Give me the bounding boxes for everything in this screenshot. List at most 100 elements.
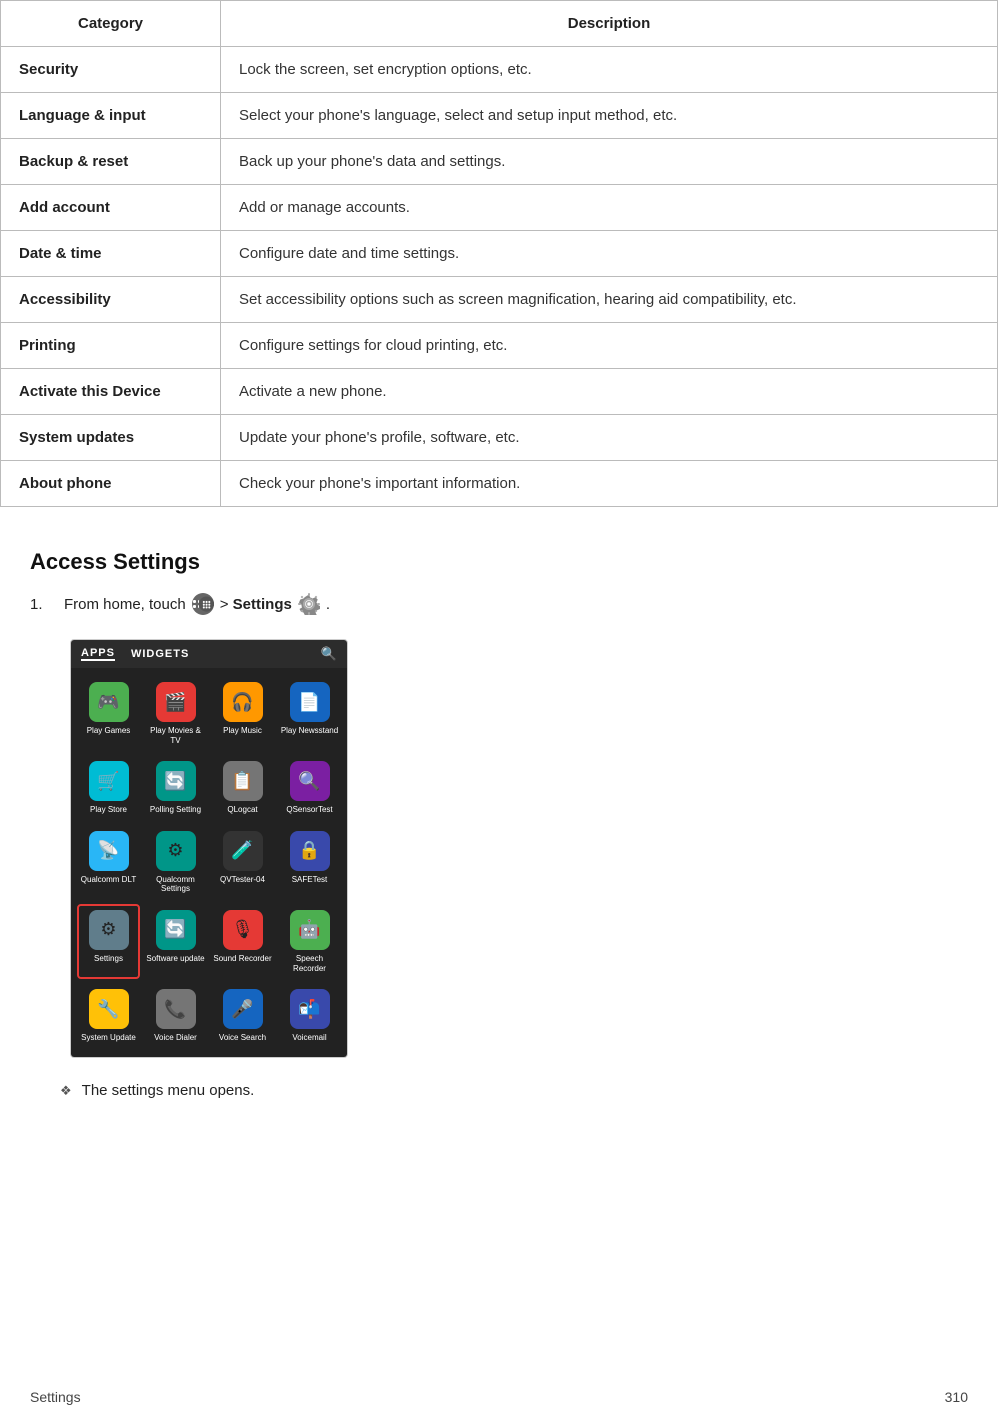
phone-header: APPS WIDGETS 🔍 [71, 640, 347, 668]
table-row: Date & timeConfigure date and time setti… [1, 231, 998, 277]
app-item[interactable]: 📞 Voice Dialer [144, 983, 207, 1049]
app-icon: 🛒 [89, 761, 129, 801]
table-cell-description: Check your phone's important information… [221, 461, 998, 507]
app-label: QLogcat [227, 805, 257, 815]
access-settings-title: Access Settings [30, 549, 968, 575]
phone-search-icon[interactable]: 🔍 [321, 646, 337, 662]
step-text: From home, touch > Settings [64, 593, 330, 615]
app-icon: 🔧 [89, 989, 129, 1029]
app-icon: ⚙ [156, 831, 196, 871]
app-item[interactable]: 🎤 Voice Search [211, 983, 274, 1049]
table-cell-category: System updates [1, 415, 221, 461]
app-item[interactable]: 🔒 SAFETest [278, 825, 341, 900]
table-cell-category: About phone [1, 461, 221, 507]
footer-left: Settings [30, 1389, 81, 1405]
table-row: Add accountAdd or manage accounts. [1, 185, 998, 231]
table-cell-description: Back up your phone's data and settings. [221, 139, 998, 185]
app-icon: 🎤 [223, 989, 263, 1029]
app-label: Play Store [90, 805, 127, 815]
app-item[interactable]: ⚙Settings [77, 904, 140, 979]
step-period: . [326, 596, 330, 613]
bullet-diamond-icon: ❖ [60, 1083, 72, 1099]
apps-icon [192, 593, 214, 615]
app-label: QSensorTest [286, 805, 332, 815]
table-cell-category: Backup & reset [1, 139, 221, 185]
app-label: Play Games [87, 726, 131, 736]
table-cell-description: Add or manage accounts. [221, 185, 998, 231]
app-label: SAFETest [292, 875, 328, 885]
app-icon: 📡 [89, 831, 129, 871]
app-label: Qualcomm Settings [146, 875, 205, 894]
table-cell-description: Activate a new phone. [221, 369, 998, 415]
app-label: Play Movies & TV [146, 726, 205, 745]
table-cell-category: Language & input [1, 93, 221, 139]
table-cell-description: Update your phone's profile, software, e… [221, 415, 998, 461]
app-item[interactable]: 🔄 Polling Setting [144, 755, 207, 821]
app-icon: 📋 [223, 761, 263, 801]
app-icon: 🔄 [156, 761, 196, 801]
page-footer: Settings 310 [30, 1389, 968, 1405]
access-section: Access Settings 1. From home, touch [0, 539, 998, 1119]
table-cell-description: Select your phone's language, select and… [221, 93, 998, 139]
gear-icon [298, 593, 320, 615]
app-item[interactable]: 🎧 Play Music [211, 676, 274, 751]
table-cell-category: Date & time [1, 231, 221, 277]
table-row: Backup & resetBack up your phone's data … [1, 139, 998, 185]
app-label: Voice Dialer [154, 1033, 197, 1043]
table-cell-category: Security [1, 47, 221, 93]
app-item[interactable]: 🎙 Sound Recorder [211, 904, 274, 979]
bullet-note-text: The settings menu opens. [82, 1082, 255, 1099]
footer-right: 310 [945, 1389, 968, 1405]
app-item[interactable]: 📡Qualcomm DLT [77, 825, 140, 900]
app-item[interactable]: 🎬Play Movies & TV [144, 676, 207, 751]
table-row: Activate this DeviceActivate a new phone… [1, 369, 998, 415]
table-cell-description: Set accessibility options such as screen… [221, 277, 998, 323]
app-label: Polling Setting [150, 805, 201, 815]
step-prefix: From home, touch [64, 596, 186, 613]
app-icon: 🧪 [223, 831, 263, 871]
apps-tab[interactable]: APPS [81, 647, 115, 661]
app-item[interactable]: 📋 QLogcat [211, 755, 274, 821]
app-item[interactable]: 📄 Play Newsstand [278, 676, 341, 751]
table-cell-category: Activate this Device [1, 369, 221, 415]
app-label: QVTester-04 [220, 875, 265, 885]
app-item[interactable]: 🔧System Update [77, 983, 140, 1049]
app-label: Sound Recorder [213, 954, 271, 964]
table-cell-description: Configure settings for cloud printing, e… [221, 323, 998, 369]
apps-grid: 🎮 Play Games 🎬Play Movies & TV 🎧 Play Music 📄… [71, 668, 347, 1057]
app-icon: 🤖 [290, 910, 330, 950]
step-number: 1. [30, 596, 58, 613]
app-item[interactable]: 🔍QSensorTest [278, 755, 341, 821]
settings-table: Category Description SecurityLock the sc… [0, 0, 998, 507]
app-icon: 🎮 [89, 682, 129, 722]
app-item[interactable]: 🎮 Play Games [77, 676, 140, 751]
access-step: 1. From home, touch > Settings [30, 593, 968, 615]
table-row: About phoneCheck your phone's important … [1, 461, 998, 507]
app-item[interactable]: ⚙ Qualcomm Settings [144, 825, 207, 900]
app-label: Play Music [223, 726, 262, 736]
app-item[interactable]: 🔄Software update [144, 904, 207, 979]
app-icon: 📬 [290, 989, 330, 1029]
app-label: Settings [94, 954, 123, 964]
app-icon: 🎧 [223, 682, 263, 722]
table-row: SecurityLock the screen, set encryption … [1, 47, 998, 93]
table-row: PrintingConfigure settings for cloud pri… [1, 323, 998, 369]
app-icon: 📄 [290, 682, 330, 722]
table-cell-category: Accessibility [1, 277, 221, 323]
app-label: Voice Search [219, 1033, 266, 1043]
widgets-tab[interactable]: WIDGETS [131, 648, 189, 660]
app-label: Voicemail [292, 1033, 326, 1043]
bullet-note: ❖ The settings menu opens. [60, 1082, 968, 1099]
app-item[interactable]: 📬 Voicemail [278, 983, 341, 1049]
table-row: System updatesUpdate your phone's profil… [1, 415, 998, 461]
phone-screenshot: APPS WIDGETS 🔍 🎮 Play Games 🎬Play Movies &… [70, 639, 348, 1058]
app-item[interactable]: 🧪 QVTester-04 [211, 825, 274, 900]
app-icon: 🎙 [223, 910, 263, 950]
app-item[interactable]: 🛒 Play Store [77, 755, 140, 821]
table-row: AccessibilitySet accessibility options s… [1, 277, 998, 323]
app-icon: 🔒 [290, 831, 330, 871]
app-icon: 📞 [156, 989, 196, 1029]
table-header-category: Category [1, 1, 221, 47]
app-item[interactable]: 🤖Speech Recorder [278, 904, 341, 979]
app-label: Play Newsstand [281, 726, 338, 736]
